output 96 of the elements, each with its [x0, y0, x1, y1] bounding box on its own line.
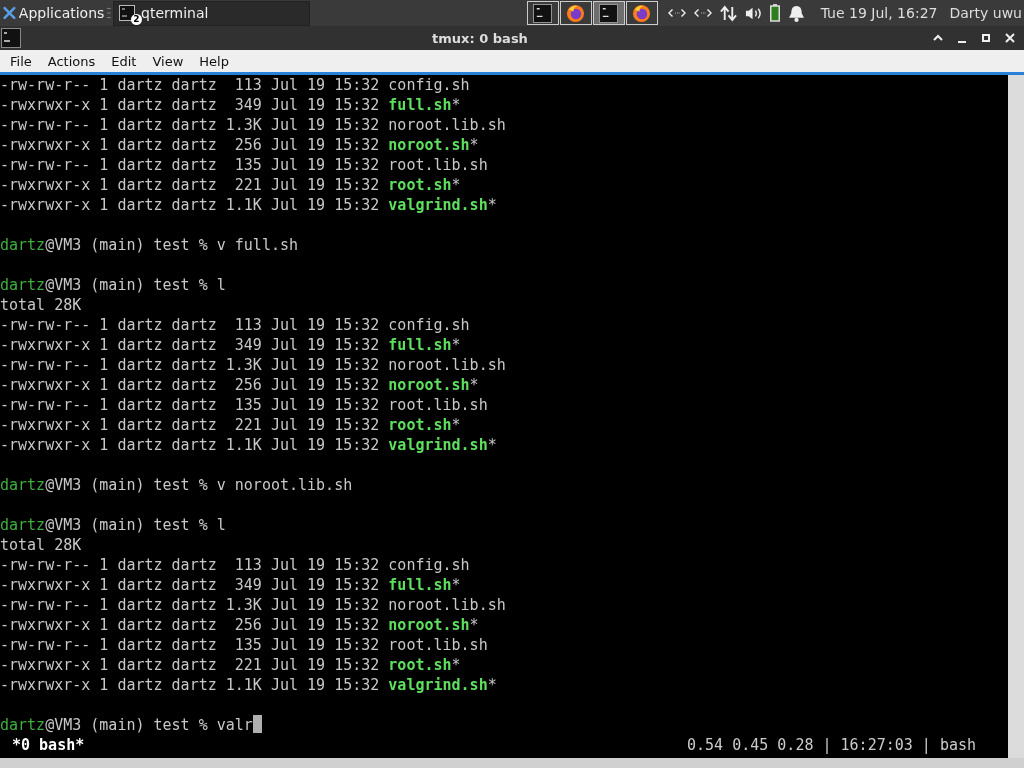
executable-marker: * — [487, 676, 497, 694]
file-details: -rw-rw-r-- 1 dartz dartz 135 Jul 19 15:32 — [0, 156, 381, 174]
file-details: -rwxrwxr-x 1 dartz dartz 256 Jul 19 15:32 — [0, 616, 381, 634]
executable-marker: * — [469, 616, 479, 634]
executable-marker: * — [469, 376, 479, 394]
executable-marker: * — [451, 176, 461, 194]
file-name: full.sh — [388, 96, 452, 114]
output-text: total 28K — [0, 296, 82, 314]
file-details: -rwxrwxr-x 1 dartz dartz 1.1K Jul 19 15:32 — [0, 196, 381, 214]
file-name: root.sh — [388, 176, 452, 194]
grip-icon — [107, 7, 111, 19]
launcher-button[interactable] — [559, 1, 592, 25]
file-name: valgrind.sh — [388, 436, 488, 454]
launcher-button[interactable] — [625, 1, 658, 25]
prompt-user: dartz — [0, 716, 46, 734]
file-name: full.sh — [388, 576, 452, 594]
output-text: total 28K — [0, 536, 82, 554]
file-details: -rw-rw-r-- 1 dartz dartz 1.3K Jul 19 15:32 — [0, 596, 381, 614]
file-name: root.lib.sh — [388, 156, 488, 174]
file-details: -rwxrwxr-x 1 dartz dartz 349 Jul 19 15:32 — [0, 576, 381, 594]
file-details: -rwxrwxr-x 1 dartz dartz 1.1K Jul 19 15:32 — [0, 676, 381, 694]
file-details: -rw-rw-r-- 1 dartz dartz 113 Jul 19 15:32 — [0, 76, 381, 94]
command-line: @VM3 (main) test % v full.sh — [45, 236, 299, 254]
launcher-button[interactable] — [592, 1, 625, 25]
prompt-user: dartz — [0, 516, 46, 534]
executable-marker: * — [451, 576, 461, 594]
file-name: root.sh — [388, 416, 452, 434]
file-name: noroot.lib.sh — [388, 116, 506, 134]
prompt-user: dartz — [0, 476, 46, 494]
network-icon[interactable] — [693, 7, 712, 19]
terminal-icon — [1, 28, 21, 48]
transfer-arrows-icon[interactable] — [719, 4, 737, 22]
prompt-user: dartz — [0, 236, 46, 254]
horizontal-scrollbar[interactable] — [0, 758, 1024, 768]
executable-marker: * — [469, 136, 479, 154]
file-name: noroot.lib.sh — [388, 356, 506, 374]
command-line: @VM3 (main) test % valr — [45, 716, 253, 734]
bell-icon[interactable] — [787, 4, 805, 22]
file-name: noroot.lib.sh — [388, 596, 506, 614]
launcher-button[interactable] — [526, 1, 559, 25]
executable-marker: * — [487, 436, 497, 454]
menu-item[interactable]: Edit — [103, 53, 145, 69]
file-name: noroot.sh — [388, 376, 470, 394]
executable-marker: * — [451, 336, 461, 354]
file-name: config.sh — [388, 556, 470, 574]
file-details: -rwxrwxr-x 1 dartz dartz 221 Jul 19 15:32 — [0, 416, 381, 434]
file-name: root.sh — [388, 656, 452, 674]
x-logo-icon — [3, 6, 16, 20]
file-details: -rwxrwxr-x 1 dartz dartz 256 Jul 19 15:32 — [0, 136, 381, 154]
menu-item[interactable]: Actions — [39, 53, 104, 69]
file-name: noroot.sh — [388, 136, 470, 154]
file-name: valgrind.sh — [388, 676, 488, 694]
file-details: -rw-rw-r-- 1 dartz dartz 1.3K Jul 19 15:32 — [0, 116, 381, 134]
command-line: @VM3 (main) test % l — [45, 276, 226, 294]
file-name: noroot.sh — [388, 616, 470, 634]
file-name: full.sh — [388, 336, 452, 354]
file-details: -rw-rw-r-- 1 dartz dartz 1.3K Jul 19 15:32 — [0, 356, 381, 374]
executable-marker: * — [451, 656, 461, 674]
prompt-user: dartz — [0, 276, 46, 294]
file-details: -rw-rw-r-- 1 dartz dartz 113 Jul 19 15:32 — [0, 316, 381, 334]
file-name: root.lib.sh — [388, 396, 488, 414]
file-details: -rw-rw-r-- 1 dartz dartz 135 Jul 19 15:32 — [0, 636, 381, 654]
applications-menu[interactable]: Applications — [18, 5, 105, 21]
file-name: root.lib.sh — [388, 636, 488, 654]
task-title: qterminal — [141, 5, 209, 21]
network-icon[interactable] — [667, 7, 686, 19]
file-details: -rwxrwxr-x 1 dartz dartz 256 Jul 19 15:32 — [0, 376, 381, 394]
clock[interactable]: Tue 19 Jul, 16:27 — [820, 5, 938, 21]
file-name: config.sh — [388, 76, 470, 94]
command-line: @VM3 (main) test % v noroot.lib.sh — [45, 476, 353, 494]
user-menu[interactable]: Darty uwu — [949, 5, 1022, 21]
file-details: -rwxrwxr-x 1 dartz dartz 221 Jul 19 15:32 — [0, 656, 381, 674]
terminal-icon — [119, 5, 135, 21]
window-title: tmux: 0 bash — [431, 30, 529, 46]
tmux-window-label: *0 bash* — [12, 735, 85, 755]
command-line: @VM3 (main) test % l — [45, 516, 226, 534]
executable-marker: * — [487, 196, 497, 214]
file-name: valgrind.sh — [388, 196, 488, 214]
file-details: -rwxrwxr-x 1 dartz dartz 1.1K Jul 19 15:32 — [0, 436, 381, 454]
file-details: -rw-rw-r-- 1 dartz dartz 113 Jul 19 15:32 — [0, 556, 381, 574]
menu-item[interactable]: Help — [191, 53, 237, 69]
close-button[interactable] — [1004, 32, 1016, 44]
count-badge: 2 — [131, 14, 142, 25]
file-details: -rw-rw-r-- 1 dartz dartz 135 Jul 19 15:32 — [0, 396, 381, 414]
tmux-status-info: 0.54 0.45 0.28 | 16:27:03 | bash — [687, 735, 976, 755]
file-name: config.sh — [388, 316, 470, 334]
menu-item[interactable]: File — [2, 53, 40, 69]
scrollbar[interactable] — [1008, 75, 1024, 758]
executable-marker: * — [451, 96, 461, 114]
file-details: -rwxrwxr-x 1 dartz dartz 221 Jul 19 15:32 — [0, 176, 381, 194]
menu-item[interactable]: View — [144, 53, 192, 69]
executable-marker: * — [451, 416, 461, 434]
file-details: -rwxrwxr-x 1 dartz dartz 349 Jul 19 15:32 — [0, 336, 381, 354]
battery-icon[interactable] — [769, 4, 780, 22]
file-details: -rwxrwxr-x 1 dartz dartz 349 Jul 19 15:32 — [0, 96, 381, 114]
maximize-button[interactable] — [980, 32, 992, 44]
